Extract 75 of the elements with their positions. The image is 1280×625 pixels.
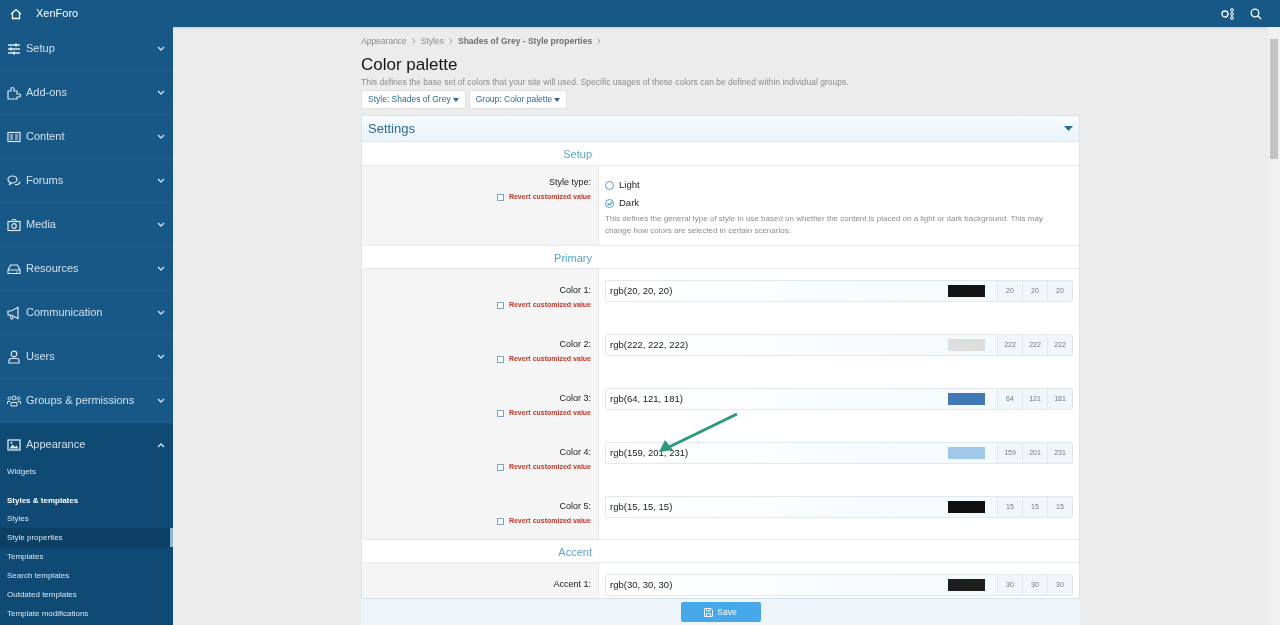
sidebar-item[interactable]: Resources: [0, 247, 173, 290]
chevron-right-icon: [449, 38, 453, 44]
chevron-up-icon[interactable]: [157, 441, 165, 448]
chevron-down-icon[interactable]: [157, 397, 165, 404]
field-label: Style type:: [548, 176, 591, 188]
breadcrumb-link[interactable]: Shades of Grey - Style properties: [458, 34, 593, 48]
chevron-down-icon[interactable]: [157, 309, 165, 316]
caret-icon: [452, 97, 459, 102]
sidebar-link[interactable]: Styles: [0, 509, 173, 528]
field-label: Color 5:: [559, 500, 591, 512]
sidebar-item[interactable]: Setup: [0, 27, 173, 70]
sidebar-item[interactable]: Add-ons: [0, 71, 173, 114]
chevron-down-icon[interactable]: [157, 89, 165, 96]
sidebar-item[interactable]: Users: [0, 335, 173, 378]
newspaper-icon: [7, 129, 21, 144]
sidebar-item[interactable]: Forums: [0, 159, 173, 202]
field-label: Color 2:: [559, 338, 591, 350]
chevron-down-icon[interactable]: [157, 133, 165, 140]
chevron-right-icon: [411, 38, 416, 44]
image-icon: [7, 437, 21, 452]
hint-text: This defines the general type of style in use based on whether the content is placed on a light or dark background. This may change how colors are selected in certain scenarios.: [605, 213, 1044, 237]
search-icon[interactable]: [1250, 7, 1262, 20]
chevron-down-icon[interactable]: [157, 45, 165, 52]
section-heading: Primary: [553, 251, 593, 266]
home-icon[interactable]: [10, 7, 22, 20]
sidebar-item[interactable]: Communication: [0, 291, 173, 334]
color-swatch[interactable]: [948, 339, 985, 351]
check-icon: [606, 200, 613, 206]
radio-option[interactable]: Dark: [605, 194, 1073, 212]
section-heading: Setup: [562, 147, 593, 162]
speech-bubbles-icon: [7, 173, 21, 188]
filter-dropdown[interactable]: Style: Shades of Grey: [361, 90, 466, 109]
breadcrumb-link[interactable]: Appearance: [361, 34, 407, 48]
sidebar-link[interactable]: Style properties: [0, 528, 173, 547]
sidebar-heading: Styles & templates: [6, 494, 80, 507]
field-label: Accent 1:: [553, 578, 591, 590]
caret-icon[interactable]: [1064, 125, 1073, 132]
site-title[interactable]: XenForo: [36, 5, 79, 22]
chevron-down-icon[interactable]: [157, 221, 165, 228]
sidebar-item[interactable]: Content: [0, 115, 173, 158]
color-swatch[interactable]: [948, 285, 985, 297]
color-swatch[interactable]: [948, 501, 985, 513]
color-swatch[interactable]: [948, 579, 985, 591]
color-swatch[interactable]: [948, 393, 985, 405]
page-title: Color palette: [361, 55, 459, 75]
color-swatch[interactable]: [948, 447, 985, 459]
drive-icon: [7, 261, 21, 276]
user-icon: [7, 349, 21, 364]
sliders-icon: [7, 41, 21, 56]
radio-option[interactable]: Light: [605, 176, 1073, 194]
sidebar-item[interactable]: Groups & permissions: [0, 379, 173, 422]
puzzle-icon: [7, 85, 21, 100]
sidebar-link[interactable]: Search templates: [0, 566, 173, 585]
breadcrumb-link[interactable]: Styles: [420, 34, 444, 48]
caret-icon: [554, 97, 561, 102]
field-label: Color 1:: [559, 284, 591, 296]
chevron-right-icon: [597, 38, 602, 44]
sidebar-link[interactable]: Outdated templates: [0, 585, 173, 604]
megaphone-icon: [7, 305, 21, 320]
users-icon: [7, 393, 21, 408]
filter-dropdown[interactable]: Group: Color palette: [468, 90, 568, 109]
panel-title: Settings: [368, 119, 415, 138]
field-label: Color 3:: [559, 392, 591, 404]
chevron-down-icon[interactable]: [157, 265, 165, 272]
nodes-icon[interactable]: [1221, 7, 1234, 20]
section-heading: Accent: [557, 545, 593, 560]
scrollbar[interactable]: [1268, 27, 1280, 625]
page-description: This defines the base set of colors that your site will used. Specific usages of these colors can be defined within individual groups.: [361, 76, 850, 88]
sidebar-link[interactable]: Template modifications: [0, 604, 173, 623]
camera-icon: [7, 217, 21, 232]
sidebar-link[interactable]: Templates: [0, 547, 173, 566]
chevron-down-icon[interactable]: [157, 177, 165, 184]
field-label: Color 4:: [559, 446, 591, 458]
sidebar-item[interactable]: Media: [0, 203, 173, 246]
chevron-down-icon[interactable]: [157, 353, 165, 360]
